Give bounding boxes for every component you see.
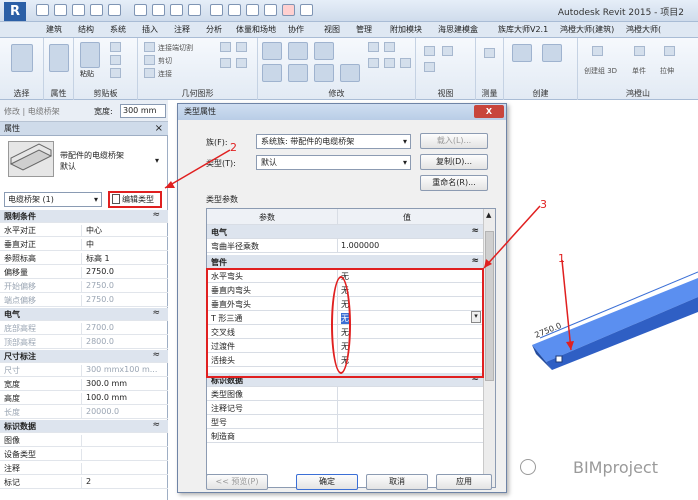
annotation-arrows xyxy=(164,149,541,269)
annotation-arrow-3 xyxy=(483,205,541,269)
watermark: BIMproject xyxy=(572,458,658,477)
annotation-3: 3 xyxy=(540,198,547,211)
annotation-arrow-2 xyxy=(164,149,231,189)
arrowhead-icon xyxy=(165,181,175,188)
annotation-2: 2 xyxy=(230,141,237,154)
wechat-icon xyxy=(520,459,536,475)
